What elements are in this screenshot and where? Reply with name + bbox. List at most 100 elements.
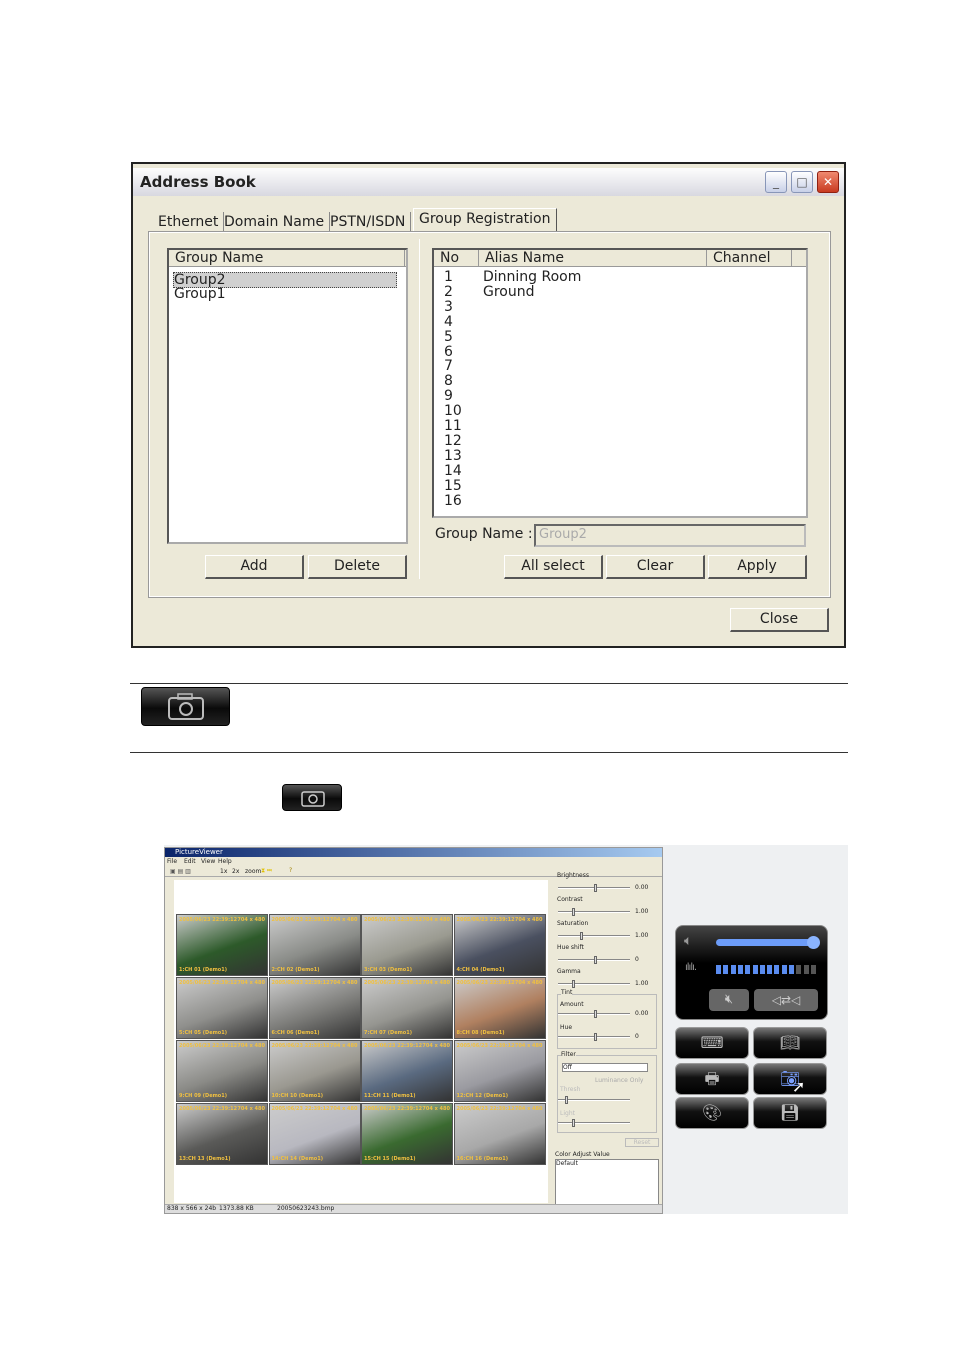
- row-alias[interactable]: Dinning Room: [483, 270, 581, 284]
- row-no[interactable]: 7: [444, 359, 453, 373]
- light-slider[interactable]: [558, 1119, 630, 1127]
- saturation-slider-thumb[interactable]: [579, 932, 583, 940]
- camera-tile[interactable]: 2005/06/23 22:39:12 704 x 480 1:CH 01 (Dem…: [176, 914, 268, 976]
- row-no[interactable]: 9: [444, 389, 453, 403]
- apply-button[interactable]: Apply: [708, 555, 807, 579]
- menu-view[interactable]: View: [201, 858, 215, 865]
- zoom-2x[interactable]: 2x: [232, 868, 239, 875]
- clear-button[interactable]: Clear: [606, 555, 705, 579]
- brightness-slider[interactable]: [558, 884, 630, 892]
- filter-select[interactable]: Off: [562, 1063, 648, 1072]
- row-no[interactable]: 1: [444, 270, 453, 284]
- camera-tile[interactable]: 2005/06/23 22:39:12 704 x 480 15:CH 15 (De…: [361, 1103, 453, 1165]
- camera-label: 1:CH 01 (Demo1): [179, 967, 228, 973]
- fit-icon[interactable]: ⧗ ⏭: [261, 867, 272, 875]
- mute-button[interactable]: 🔇︎: [709, 989, 749, 1011]
- gamma-slider-thumb[interactable]: [572, 980, 576, 988]
- all-select-button[interactable]: All select: [504, 555, 603, 579]
- reset-button[interactable]: Reset: [625, 1138, 659, 1147]
- meter-bar: [796, 965, 802, 974]
- save-button[interactable]: 💾︎: [753, 1097, 827, 1129]
- help-icon[interactable]: ?: [289, 867, 292, 874]
- saturation-slider[interactable]: [558, 932, 630, 940]
- audio-swap-button[interactable]: ◁⇄◁: [754, 989, 818, 1011]
- minimize-button[interactable]: _: [765, 171, 787, 193]
- row-no[interactable]: 3: [444, 300, 453, 314]
- color-adjust-button[interactable]: 🎨︎: [675, 1097, 749, 1129]
- brightness-slider-thumb[interactable]: [594, 884, 597, 892]
- toolbar-icons[interactable]: ▣ ▤ ▥: [170, 868, 191, 875]
- row-no[interactable]: 16: [444, 494, 462, 508]
- zoom-fit[interactable]: zoom: [245, 868, 261, 875]
- menu-file[interactable]: File: [167, 858, 177, 865]
- tint-hue-slider-thumb[interactable]: [594, 1033, 597, 1041]
- camera-tile[interactable]: 2005/06/23 22:39:12 704 x 480 2:CH 02 (Dem…: [268, 914, 361, 976]
- contrast-slider-thumb[interactable]: [572, 908, 576, 916]
- maximize-button[interactable]: □: [791, 171, 813, 193]
- menu-edit[interactable]: Edit: [184, 858, 196, 865]
- row-no[interactable]: 12: [444, 434, 462, 448]
- tab-domain-name[interactable]: Domain Name: [219, 212, 331, 233]
- tab-ethernet[interactable]: Ethernet: [153, 212, 225, 233]
- row-no[interactable]: 6: [444, 345, 453, 359]
- address-book-button[interactable]: 📖︎: [753, 1027, 827, 1059]
- camera-tile[interactable]: 2005/06/23 22:39:12 704 x 480 6:CH 06 (Dem…: [268, 977, 361, 1039]
- volume-slider[interactable]: [716, 939, 816, 946]
- group-list[interactable]: Group Name Group2 Group1: [167, 248, 408, 544]
- hue-shift-slider[interactable]: [558, 956, 630, 964]
- group-name-header[interactable]: Group Name: [169, 250, 405, 267]
- camera-tile[interactable]: 2005/06/23 22:39:12 704 x 480 12:CH 12 (De…: [453, 1040, 546, 1102]
- threshold-slider[interactable]: [558, 1096, 630, 1104]
- camera-tile[interactable]: 2005/06/23 22:39:12 704 x 480 10:CH 10 (De…: [268, 1040, 361, 1102]
- row-no[interactable]: 5: [444, 330, 453, 344]
- channel-table[interactable]: No Alias Name Channel 1 Dinning Room 2 Grou…: [432, 248, 808, 518]
- tint-amount-slider[interactable]: [558, 1010, 630, 1018]
- camera-tile[interactable]: 2005/06/23 22:39:12 704 x 480 5:CH 05 (Dem…: [176, 977, 268, 1039]
- menu-help[interactable]: Help: [218, 858, 232, 865]
- light-slider-thumb[interactable]: [572, 1119, 576, 1127]
- add-button[interactable]: Add: [205, 555, 304, 579]
- row-no[interactable]: 8: [444, 374, 453, 388]
- row-no[interactable]: 11: [444, 419, 462, 433]
- row-no[interactable]: 13: [444, 449, 462, 463]
- camera-tile[interactable]: 2005/06/23 22:39:12 704 x 480 9:CH 09 (Dem…: [176, 1040, 268, 1102]
- contrast-slider[interactable]: [558, 908, 630, 916]
- column-alias-name[interactable]: Alias Name: [479, 250, 707, 267]
- gamma-slider[interactable]: [558, 980, 630, 988]
- row-no[interactable]: 2: [444, 285, 453, 299]
- camera-tile[interactable]: 2005/06/23 22:39:12 704 x 480 4:CH 04 (Dem…: [453, 914, 546, 976]
- luminance-checkbox[interactable]: Luminance Only: [595, 1077, 643, 1084]
- tab-pstn-isdn[interactable]: PSTN/ISDN: [325, 212, 412, 233]
- tint-hue-slider[interactable]: [558, 1033, 630, 1041]
- row-no[interactable]: 15: [444, 479, 462, 493]
- hue-shift-slider-thumb[interactable]: [594, 956, 597, 964]
- group-name-field[interactable]: Group2: [534, 524, 806, 547]
- snapshot-button[interactable]: 📷︎ ➚: [753, 1063, 827, 1096]
- tint-amount-slider-thumb[interactable]: [594, 1010, 597, 1018]
- group-item[interactable]: Group1: [174, 287, 226, 301]
- row-no[interactable]: 14: [444, 464, 462, 478]
- close-button[interactable]: Close: [730, 608, 829, 632]
- zoom-1x[interactable]: 1x: [220, 868, 227, 875]
- camera-tile[interactable]: 2005/06/23 22:39:12 704 x 480 7:CH 07 (Dem…: [361, 977, 453, 1039]
- camera-tile[interactable]: 2005/06/23 22:39:12 704 x 480 14:CH 14 (De…: [268, 1103, 361, 1165]
- camera-tile[interactable]: 2005/06/23 22:39:12 704 x 480 8:CH 08 (Dem…: [453, 977, 546, 1039]
- column-channel[interactable]: Channel: [707, 250, 792, 267]
- delete-button[interactable]: Delete: [308, 555, 407, 579]
- camera-tile[interactable]: 2005/06/23 22:39:12 704 x 480 13:CH 13 (De…: [176, 1103, 268, 1165]
- close-window-button[interactable]: ✕: [817, 171, 839, 193]
- setup-icon: ⌨︎: [700, 1033, 724, 1052]
- row-alias[interactable]: Ground: [483, 285, 535, 299]
- row-no[interactable]: 4: [444, 315, 453, 329]
- tab-group-registration[interactable]: Group Registration: [413, 208, 557, 233]
- threshold-slider-thumb[interactable]: [565, 1096, 569, 1104]
- setup-button[interactable]: ⌨︎: [675, 1027, 749, 1059]
- camera-tile[interactable]: 2005/06/23 22:39:12 704 x 480 11:CH 11 (De…: [361, 1040, 453, 1102]
- row-no[interactable]: 10: [444, 404, 462, 418]
- color-adjust-list[interactable]: Default: [555, 1159, 659, 1205]
- volume-thumb[interactable]: [807, 936, 820, 949]
- camera-tile[interactable]: 2005/06/23 22:39:12 704 x 480 16:CH 16 (De…: [453, 1103, 546, 1165]
- camera-tile[interactable]: 2005/06/23 22:39:12 704 x 480 3:CH 03 (Dem…: [361, 914, 453, 976]
- print-button[interactable]: 🖶︎: [675, 1063, 749, 1095]
- column-no[interactable]: No: [434, 250, 479, 267]
